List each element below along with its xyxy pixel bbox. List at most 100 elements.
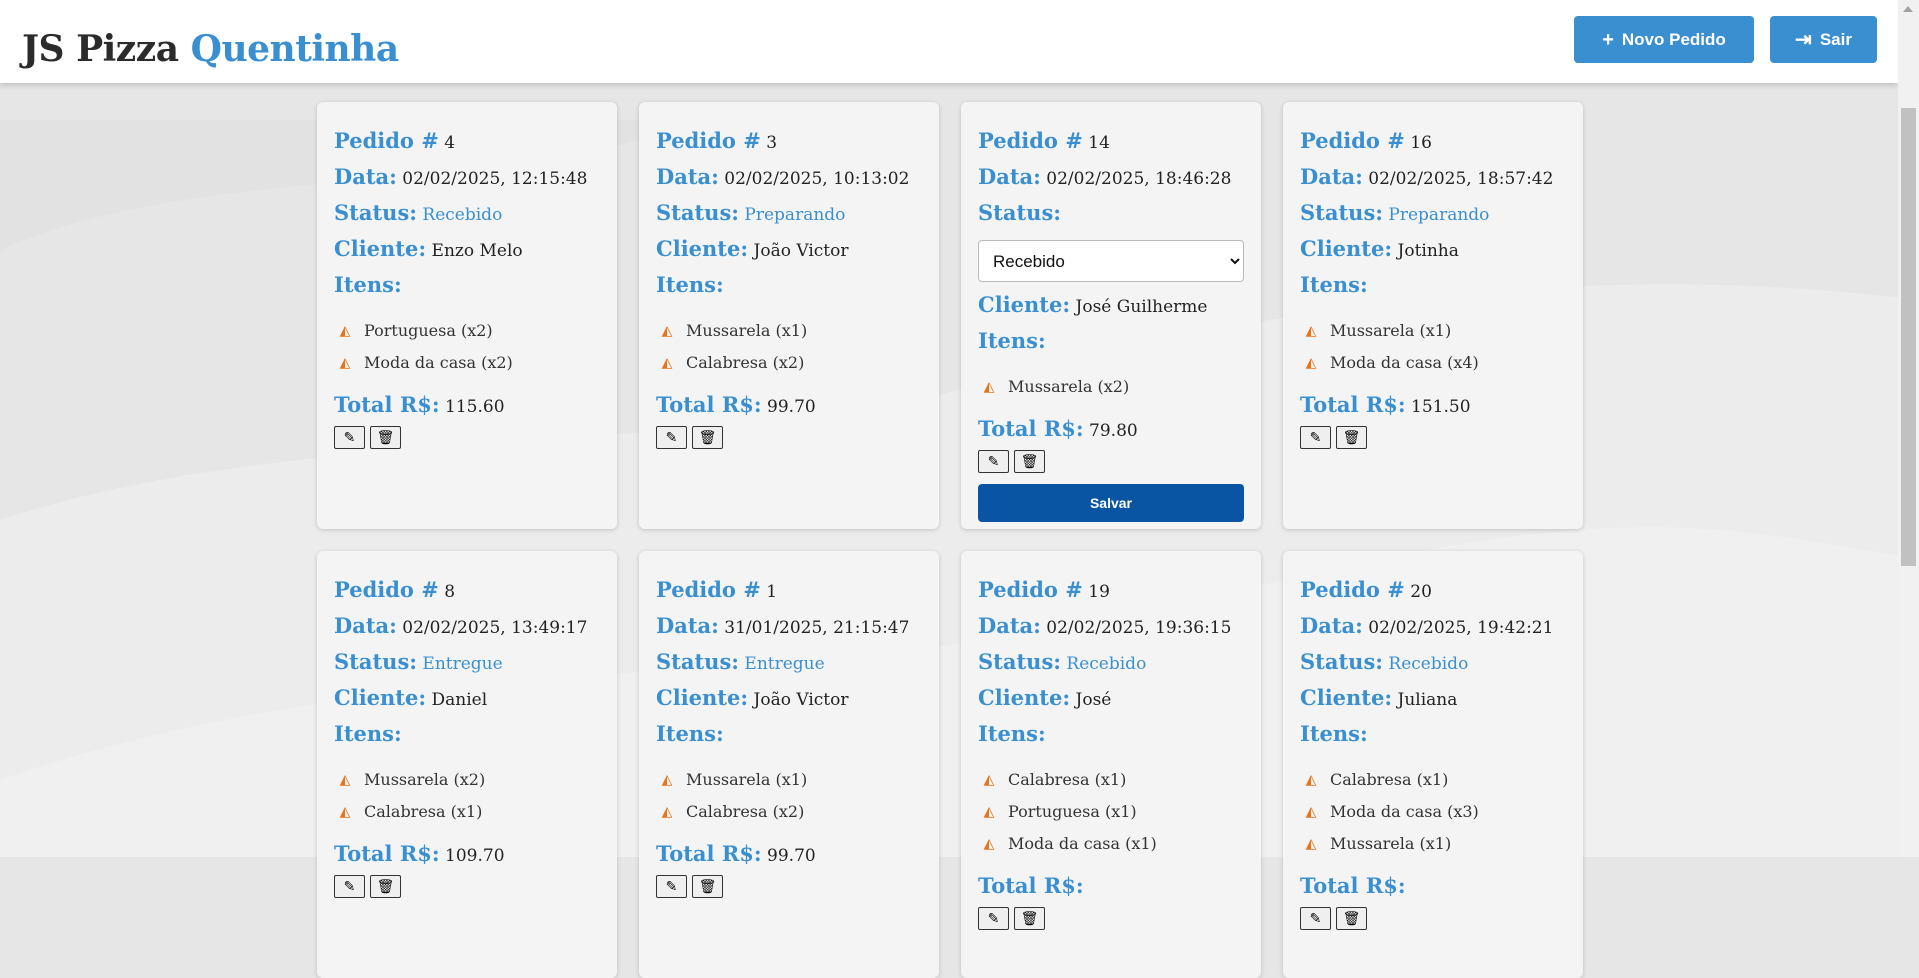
edit-button[interactable]: ✎ <box>656 426 687 449</box>
order-date-label: Data: <box>334 613 397 638</box>
order-client-label: Cliente: <box>978 292 1071 317</box>
delete-button[interactable]: 🗑 <box>1336 426 1367 449</box>
edit-button[interactable]: ✎ <box>334 875 365 898</box>
page-scrollbar[interactable] <box>1898 0 1919 857</box>
order-number: Pedido # 3 <box>656 124 922 160</box>
order-items: Itens: <box>978 717 1244 753</box>
card-actions: ✎ 🗑 <box>656 875 922 898</box>
total-value: 99.70 <box>767 846 816 866</box>
items-list: ◭ Mussarela (x1) ◭ Calabresa (x2) <box>656 315 922 379</box>
order-number: Pedido # 20 <box>1300 573 1566 609</box>
brand-accent: Quentinha <box>190 28 400 70</box>
order-number-label: Pedido # <box>978 128 1083 153</box>
edit-button[interactable]: ✎ <box>978 450 1009 473</box>
delete-button[interactable]: 🗑 <box>370 426 401 449</box>
order-status: Status: Entregue <box>656 645 922 681</box>
edit-icon: ✎ <box>665 429 678 445</box>
order-items: Itens: <box>656 268 922 304</box>
order-card: Pedido # 16 Data: 02/02/2025, 18:57:42 Sta… <box>1283 102 1583 529</box>
item-text: Mussarela (x1) <box>686 770 808 789</box>
status-value: Recebido <box>422 205 503 225</box>
trash-icon: 🗑 <box>376 878 395 894</box>
order-total: Total R$: 79.80 <box>978 412 1244 448</box>
scrollbar-thumb[interactable] <box>1901 108 1916 566</box>
edit-icon: ✎ <box>987 910 1000 926</box>
order-date-value: 02/02/2025, 18:57:42 <box>1368 169 1554 189</box>
order-items-label: Itens: <box>1300 272 1368 297</box>
edit-button[interactable]: ✎ <box>1300 426 1331 449</box>
order-date-label: Data: <box>978 613 1041 638</box>
item-text: Portuguesa (x2) <box>364 321 493 340</box>
order-id: 8 <box>444 582 456 602</box>
list-item: ◭ Calabresa (x1) <box>978 764 1244 796</box>
delete-button[interactable]: 🗑 <box>1014 907 1045 930</box>
order-status-label: Status: <box>656 200 740 225</box>
client-name: Enzo Melo <box>431 241 523 261</box>
item-text: Mussarela (x2) <box>1008 377 1130 396</box>
list-item: ◭ Mussarela (x1) <box>1300 828 1566 860</box>
pizza-slice-icon: ◭ <box>661 772 673 788</box>
list-item: ◭ Mussarela (x1) <box>1300 315 1566 347</box>
order-total: Total R$: 151.50 <box>1300 388 1566 424</box>
list-item: ◭ Portuguesa (x2) <box>334 315 600 347</box>
order-status-label: Status: <box>656 649 740 674</box>
pizza-slice-icon: ◭ <box>983 804 995 820</box>
card-actions: ✎ 🗑 <box>978 450 1244 473</box>
order-number-label: Pedido # <box>334 128 439 153</box>
order-total: Total R$: <box>1300 869 1566 905</box>
edit-button[interactable]: ✎ <box>978 907 1009 930</box>
order-client: Cliente: Juliana <box>1300 681 1566 717</box>
item-text: Calabresa (x2) <box>686 802 805 821</box>
edit-button[interactable]: ✎ <box>1300 907 1331 930</box>
trash-icon: 🗑 <box>1342 910 1361 926</box>
delete-button[interactable]: 🗑 <box>1014 450 1045 473</box>
save-button[interactable]: Salvar <box>978 484 1244 522</box>
order-items: Itens: <box>978 324 1244 360</box>
order-total-label: Total R$: <box>656 392 762 417</box>
item-text: Mussarela (x1) <box>1330 834 1452 853</box>
order-client: Cliente: José Guilherme <box>978 288 1244 324</box>
list-item: ◭ Calabresa (x1) <box>1300 764 1566 796</box>
item-text: Moda da casa (x2) <box>364 353 513 372</box>
order-client: Cliente: João Victor <box>656 232 922 268</box>
list-item: ◭ Moda da casa (x4) <box>1300 347 1566 379</box>
scroll-up-icon[interactable] <box>1903 6 1913 12</box>
edit-icon: ✎ <box>987 453 1000 469</box>
logout-button[interactable]: ⇥ Sair <box>1770 16 1877 63</box>
trash-icon: 🗑 <box>698 429 717 445</box>
order-id: 1 <box>766 582 778 602</box>
total-value: 109.70 <box>445 846 505 866</box>
client-name: Jotinha <box>1397 241 1459 261</box>
order-id: 14 <box>1088 133 1110 153</box>
order-client: Cliente: Jotinha <box>1300 232 1566 268</box>
status-select[interactable]: RecebidoPreparandoEntregue <box>978 240 1244 282</box>
edit-button[interactable]: ✎ <box>334 426 365 449</box>
delete-button[interactable]: 🗑 <box>692 426 723 449</box>
pizza-slice-icon: ◭ <box>1305 804 1317 820</box>
item-text: Mussarela (x1) <box>1330 321 1452 340</box>
order-card: Pedido # 19 Data: 02/02/2025, 19:36:15 Sta… <box>961 551 1261 978</box>
delete-button[interactable]: 🗑 <box>692 875 723 898</box>
edit-icon: ✎ <box>343 878 356 894</box>
delete-button[interactable]: 🗑 <box>370 875 401 898</box>
pizza-slice-icon: ◭ <box>661 804 673 820</box>
pizza-slice-icon: ◭ <box>339 355 351 371</box>
order-date: Data: 02/02/2025, 10:13:02 <box>656 160 922 196</box>
order-status-label: Status: <box>978 649 1062 674</box>
order-date-label: Data: <box>334 164 397 189</box>
new-order-button[interactable]: + Novo Pedido <box>1574 16 1754 63</box>
order-number-label: Pedido # <box>1300 128 1405 153</box>
delete-button[interactable]: 🗑 <box>1336 907 1367 930</box>
order-items-label: Itens: <box>978 328 1046 353</box>
order-number-label: Pedido # <box>1300 577 1405 602</box>
edit-icon: ✎ <box>1309 910 1322 926</box>
list-item: ◭ Mussarela (x2) <box>978 371 1244 403</box>
order-client-label: Cliente: <box>1300 236 1393 261</box>
edit-button[interactable]: ✎ <box>656 875 687 898</box>
order-number: Pedido # 19 <box>978 573 1244 609</box>
order-id: 19 <box>1088 582 1110 602</box>
order-status: Status: Recebido <box>334 196 600 232</box>
client-name: Daniel <box>431 690 488 710</box>
order-client-label: Cliente: <box>978 685 1071 710</box>
order-number-label: Pedido # <box>334 577 439 602</box>
